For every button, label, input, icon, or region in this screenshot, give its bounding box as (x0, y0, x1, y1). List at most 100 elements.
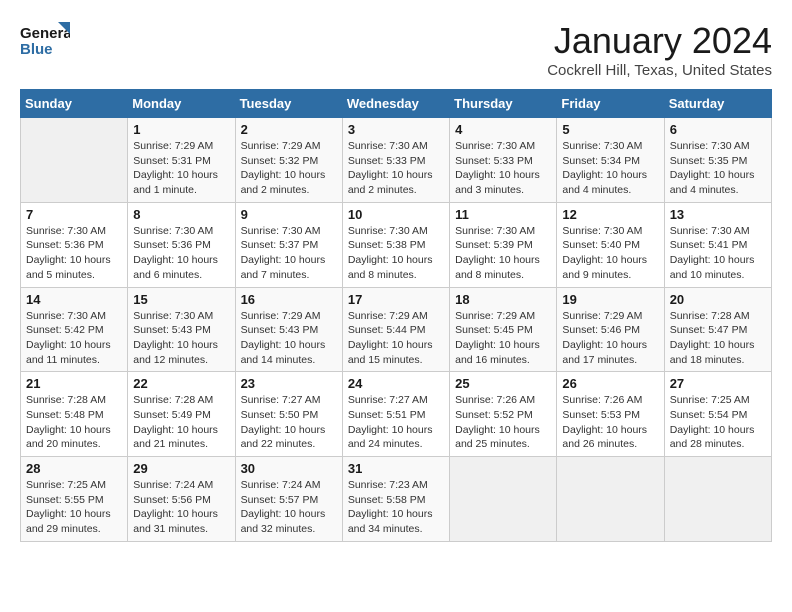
calendar-header-row: SundayMondayTuesdayWednesdayThursdayFrid… (21, 90, 772, 118)
day-info: Sunrise: 7:29 AM Sunset: 5:43 PM Dayligh… (241, 309, 337, 368)
calendar-cell: 11 Sunrise: 7:30 AM Sunset: 5:39 PM Dayli… (450, 202, 557, 287)
calendar-cell: 4Sunrise: 7:30 AM Sunset: 5:33 PM Daylig… (450, 118, 557, 203)
day-number: 5 (562, 122, 658, 137)
page-header: GeneralBlue January 2024 Cockrell Hill, … (20, 20, 772, 79)
day-number: 19 (562, 292, 658, 307)
calendar-cell: 26Sunrise: 7:26 AM Sunset: 5:53 PM Dayli… (557, 372, 664, 457)
day-info: Sunrise: 7:24 AM Sunset: 5:56 PM Dayligh… (133, 478, 229, 537)
calendar-cell: 16 Sunrise: 7:29 AM Sunset: 5:43 PM Dayli… (235, 287, 342, 372)
day-number: 6 (670, 122, 766, 137)
day-number: 11 (455, 207, 551, 222)
day-of-week-header: Wednesday (342, 90, 449, 118)
day-number: 15 (133, 292, 229, 307)
calendar-cell: 18Sunrise: 7:29 AM Sunset: 5:45 PM Dayli… (450, 287, 557, 372)
day-info: Sunrise: 7:24 AM Sunset: 5:57 PM Dayligh… (241, 478, 337, 537)
day-number: 31 (348, 461, 444, 476)
calendar-table: SundayMondayTuesdayWednesdayThursdayFrid… (20, 89, 772, 542)
day-number: 29 (133, 461, 229, 476)
day-number: 25 (455, 376, 551, 391)
day-number: 27 (670, 376, 766, 391)
day-number: 16 (241, 292, 337, 307)
calendar-cell: 17 Sunrise: 7:29 AM Sunset: 5:44 PM Dayli… (342, 287, 449, 372)
day-of-week-header: Saturday (664, 90, 771, 118)
day-number: 30 (241, 461, 337, 476)
calendar-week-row: 14 Sunrise: 7:30 AM Sunset: 5:42 PM Dayli… (21, 287, 772, 372)
day-number: 3 (348, 122, 444, 137)
day-number: 24 (348, 376, 444, 391)
calendar-cell: 30 Sunrise: 7:24 AM Sunset: 5:57 PM Dayli… (235, 457, 342, 542)
day-number: 9 (241, 207, 337, 222)
calendar-cell: 21Sunrise: 7:28 AM Sunset: 5:48 PM Dayli… (21, 372, 128, 457)
calendar-cell: 22 Sunrise: 7:28 AM Sunset: 5:49 PM Dayli… (128, 372, 235, 457)
calendar-cell (557, 457, 664, 542)
calendar-cell: 13 Sunrise: 7:30 AM Sunset: 5:41 PM Dayli… (664, 202, 771, 287)
day-info: Sunrise: 7:28 AM Sunset: 5:49 PM Dayligh… (133, 393, 229, 452)
day-info: Sunrise: 7:25 AM Sunset: 5:55 PM Dayligh… (26, 478, 122, 537)
calendar-cell: 7 Sunrise: 7:30 AM Sunset: 5:36 PM Daylig… (21, 202, 128, 287)
day-number: 26 (562, 376, 658, 391)
calendar-cell: 19 Sunrise: 7:29 AM Sunset: 5:46 PM Dayli… (557, 287, 664, 372)
calendar-cell: 29 Sunrise: 7:24 AM Sunset: 5:56 PM Dayli… (128, 457, 235, 542)
calendar-cell: 2Sunrise: 7:29 AM Sunset: 5:32 PM Daylig… (235, 118, 342, 203)
day-info: Sunrise: 7:30 AM Sunset: 5:39 PM Dayligh… (455, 224, 551, 283)
day-number: 12 (562, 207, 658, 222)
day-info: Sunrise: 7:30 AM Sunset: 5:37 PM Dayligh… (241, 224, 337, 283)
day-number: 21 (26, 376, 122, 391)
calendar-cell: 28 Sunrise: 7:25 AM Sunset: 5:55 PM Dayli… (21, 457, 128, 542)
calendar-cell: 1 Sunrise: 7:29 AM Sunset: 5:31 PM Daylig… (128, 118, 235, 203)
day-info: Sunrise: 7:25 AM Sunset: 5:54 PM Dayligh… (670, 393, 766, 452)
day-info: Sunrise: 7:30 AM Sunset: 5:42 PM Dayligh… (26, 309, 122, 368)
day-of-week-header: Thursday (450, 90, 557, 118)
calendar-cell: 6 Sunrise: 7:30 AM Sunset: 5:35 PM Daylig… (664, 118, 771, 203)
calendar-cell: 25 Sunrise: 7:26 AM Sunset: 5:52 PM Dayli… (450, 372, 557, 457)
day-number: 10 (348, 207, 444, 222)
calendar-cell: 9 Sunrise: 7:30 AM Sunset: 5:37 PM Daylig… (235, 202, 342, 287)
day-info: Sunrise: 7:29 AM Sunset: 5:31 PM Dayligh… (133, 139, 229, 198)
day-info: Sunrise: 7:30 AM Sunset: 5:43 PM Dayligh… (133, 309, 229, 368)
calendar-cell: 24 Sunrise: 7:27 AM Sunset: 5:51 PM Dayli… (342, 372, 449, 457)
calendar-cell: 5 Sunrise: 7:30 AM Sunset: 5:34 PM Daylig… (557, 118, 664, 203)
day-info: Sunrise: 7:30 AM Sunset: 5:34 PM Dayligh… (562, 139, 658, 198)
calendar-title: January 2024 (547, 20, 772, 62)
calendar-cell (450, 457, 557, 542)
calendar-cell: 20 Sunrise: 7:28 AM Sunset: 5:47 PM Dayli… (664, 287, 771, 372)
calendar-week-row: 28 Sunrise: 7:25 AM Sunset: 5:55 PM Dayli… (21, 457, 772, 542)
day-info: Sunrise: 7:30 AM Sunset: 5:36 PM Dayligh… (133, 224, 229, 283)
title-block: January 2024 Cockrell Hill, Texas, Unite… (547, 20, 772, 79)
day-info: Sunrise: 7:26 AM Sunset: 5:52 PM Dayligh… (455, 393, 551, 452)
day-number: 8 (133, 207, 229, 222)
day-number: 28 (26, 461, 122, 476)
day-info: Sunrise: 7:29 AM Sunset: 5:32 PM Dayligh… (241, 139, 337, 198)
day-info: Sunrise: 7:30 AM Sunset: 5:41 PM Dayligh… (670, 224, 766, 283)
day-info: Sunrise: 7:30 AM Sunset: 5:33 PM Dayligh… (455, 139, 551, 198)
logo: GeneralBlue (20, 20, 70, 64)
day-info: Sunrise: 7:30 AM Sunset: 5:35 PM Dayligh… (670, 139, 766, 198)
day-number: 20 (670, 292, 766, 307)
day-info: Sunrise: 7:29 AM Sunset: 5:44 PM Dayligh… (348, 309, 444, 368)
calendar-cell: 10Sunrise: 7:30 AM Sunset: 5:38 PM Dayli… (342, 202, 449, 287)
day-number: 13 (670, 207, 766, 222)
day-number: 14 (26, 292, 122, 307)
calendar-subtitle: Cockrell Hill, Texas, United States (547, 62, 772, 79)
svg-text:Blue: Blue (20, 41, 53, 58)
calendar-week-row: 7 Sunrise: 7:30 AM Sunset: 5:36 PM Daylig… (21, 202, 772, 287)
day-number: 1 (133, 122, 229, 137)
day-info: Sunrise: 7:27 AM Sunset: 5:50 PM Dayligh… (241, 393, 337, 452)
day-info: Sunrise: 7:29 AM Sunset: 5:46 PM Dayligh… (562, 309, 658, 368)
day-number: 7 (26, 207, 122, 222)
day-of-week-header: Sunday (21, 90, 128, 118)
calendar-cell: 27 Sunrise: 7:25 AM Sunset: 5:54 PM Dayli… (664, 372, 771, 457)
day-info: Sunrise: 7:30 AM Sunset: 5:40 PM Dayligh… (562, 224, 658, 283)
calendar-week-row: 1 Sunrise: 7:29 AM Sunset: 5:31 PM Daylig… (21, 118, 772, 203)
day-info: Sunrise: 7:30 AM Sunset: 5:36 PM Dayligh… (26, 224, 122, 283)
calendar-cell: 12 Sunrise: 7:30 AM Sunset: 5:40 PM Dayli… (557, 202, 664, 287)
day-info: Sunrise: 7:27 AM Sunset: 5:51 PM Dayligh… (348, 393, 444, 452)
day-number: 22 (133, 376, 229, 391)
day-number: 18 (455, 292, 551, 307)
calendar-cell: 31Sunrise: 7:23 AM Sunset: 5:58 PM Dayli… (342, 457, 449, 542)
day-number: 23 (241, 376, 337, 391)
calendar-cell (664, 457, 771, 542)
day-number: 17 (348, 292, 444, 307)
calendar-cell: 8 Sunrise: 7:30 AM Sunset: 5:36 PM Daylig… (128, 202, 235, 287)
day-info: Sunrise: 7:28 AM Sunset: 5:47 PM Dayligh… (670, 309, 766, 368)
